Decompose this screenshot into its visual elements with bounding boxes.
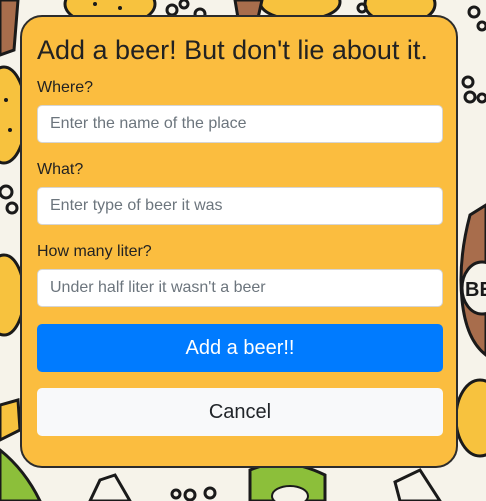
leaf-bottle-icon: [248, 462, 327, 501]
liter-label: How many liter?: [37, 243, 152, 260]
bottle-badge-text: BEER: [465, 279, 486, 301]
add-beer-button[interactable]: Add a beer!!: [37, 324, 443, 372]
cancel-button[interactable]: Cancel: [37, 388, 443, 436]
bottle-icon: [0, 0, 20, 57]
where-input[interactable]: [37, 105, 443, 143]
what-input[interactable]: [37, 187, 443, 225]
where-label: Where?: [37, 79, 94, 96]
dialog-title: Add a beer! But don't lie about it.: [37, 35, 428, 65]
what-label: What?: [37, 161, 84, 178]
liter-input[interactable]: [37, 269, 443, 307]
add-beer-dialog: Add a beer! But don't lie about it. Wher…: [20, 15, 458, 468]
